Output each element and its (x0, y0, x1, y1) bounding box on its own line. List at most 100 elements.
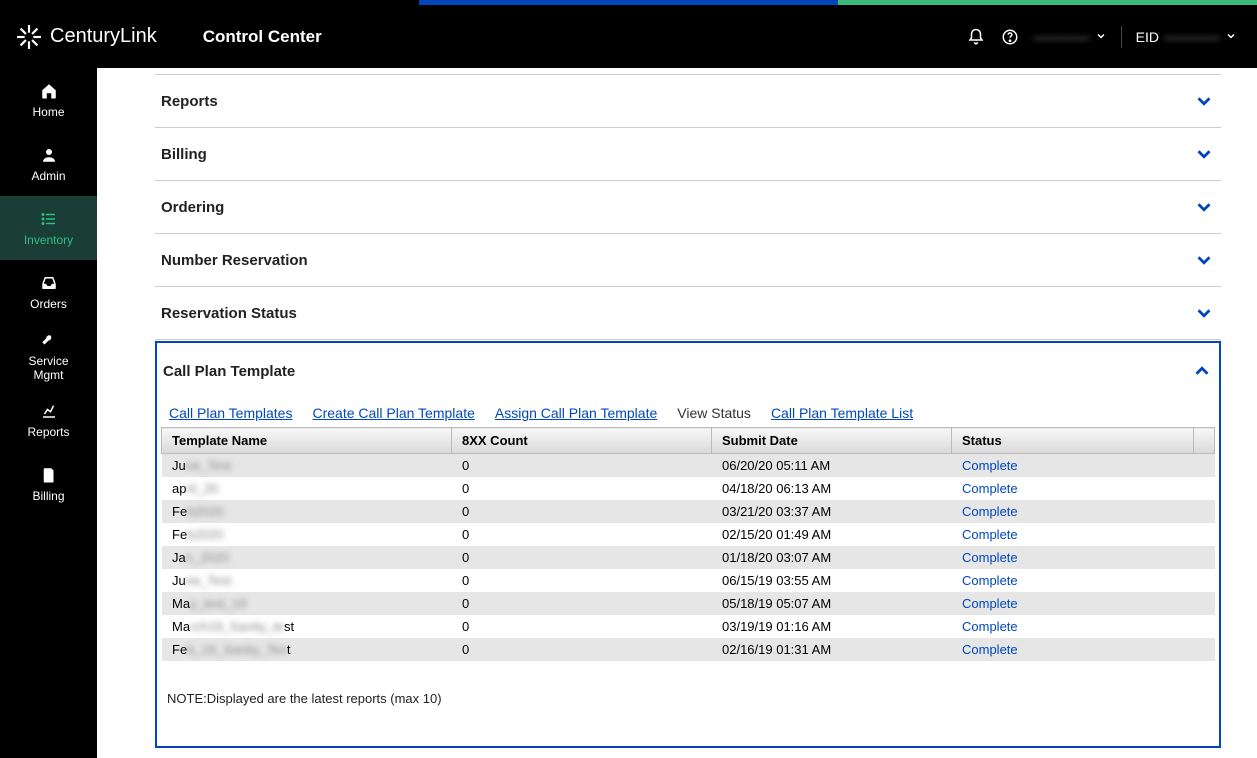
user-menu[interactable]: ———— (1034, 29, 1107, 45)
th-spacer (1194, 428, 1215, 454)
cell-count: 0 (452, 569, 712, 592)
cell-template-name: June_Test (162, 454, 452, 478)
help-icon[interactable] (1000, 27, 1020, 47)
subtab-list[interactable]: Call Plan Template List (771, 405, 913, 421)
sidebar-item-admin[interactable]: Admin (0, 132, 97, 196)
user-icon (39, 145, 59, 165)
subtab-call-plan-templates[interactable]: Call Plan Templates (169, 405, 292, 421)
chart-icon (39, 401, 59, 421)
table-row: Feb_19_Sanity_Test002/16/19 01:31 AMComp… (162, 638, 1215, 661)
subtab-row: Call Plan Templates Create Call Plan Tem… (157, 399, 1219, 427)
sidebar-item-billing[interactable]: Billing (0, 452, 97, 516)
cell-submit-date: 03/21/20 03:37 AM (712, 500, 952, 523)
main-content: Reports Billing Ordering Number Reservat… (97, 68, 1257, 758)
accordion-title: Reservation Status (161, 305, 297, 322)
cell-count: 0 (452, 592, 712, 615)
accordion-billing[interactable]: Billing (155, 128, 1221, 180)
chevron-down-icon (1225, 29, 1237, 45)
cell-submit-date: 02/15/20 01:49 AM (712, 523, 952, 546)
sidebar-item-service-mgmt[interactable]: Service Mgmt (0, 324, 97, 388)
cell-status: Complete (952, 523, 1194, 546)
top-accent-bar (0, 0, 1257, 5)
accordion-title: Reports (161, 93, 218, 110)
sidebar-item-label: Inventory (24, 233, 73, 247)
cell-status: Complete (952, 546, 1194, 569)
panel-body: Call Plan Templates Create Call Plan Tem… (157, 399, 1219, 746)
accordion-reservation-status[interactable]: Reservation Status (155, 287, 1221, 339)
sidebar-item-label: Orders (30, 297, 67, 311)
cell-submit-date: 06/15/19 03:55 AM (712, 569, 952, 592)
user-name: ———— (1034, 29, 1090, 45)
cell-status: Complete (952, 592, 1194, 615)
sidebar-item-label: Admin (31, 169, 65, 183)
sidebar-item-inventory[interactable]: Inventory (0, 196, 97, 260)
accordion-call-plan-template-panel: Call Plan Template Call Plan Templates C… (155, 341, 1221, 748)
eid-menu[interactable]: EID ———— (1136, 29, 1237, 45)
cell-submit-date: 05/18/19 05:07 AM (712, 592, 952, 615)
sidebar-item-home[interactable]: Home (0, 68, 97, 132)
starburst-icon (16, 24, 42, 50)
table-row: March19_Sanity_test003/19/19 01:16 AM Com… (162, 615, 1215, 638)
chevron-down-icon (1193, 196, 1215, 218)
th-template-name[interactable]: Template Name (162, 428, 452, 454)
status-link[interactable]: Complete (962, 619, 1018, 634)
cell-count: 0 (452, 523, 712, 546)
sidebar-item-label: Reports (27, 425, 69, 439)
home-icon (39, 81, 59, 101)
accordion-number-reservation[interactable]: Number Reservation (155, 234, 1221, 286)
status-link[interactable]: Complete (962, 642, 1018, 657)
subtab-assign[interactable]: Assign Call Plan Template (495, 405, 657, 421)
th-status[interactable]: Status (952, 428, 1194, 454)
status-link[interactable]: Complete (962, 573, 1018, 588)
cell-count: 0 (452, 546, 712, 569)
cell-template-name: Feb2020 (162, 523, 452, 546)
table-row: May_test_19005/18/19 05:07 AM Complete (162, 592, 1215, 615)
table-row: Jan_2020001/18/20 03:07 AMComplete (162, 546, 1215, 569)
cell-template-name: May_test_19 (162, 592, 452, 615)
cell-template-name: June_Test (162, 569, 452, 592)
cell-template-name: Jan_2020 (162, 546, 452, 569)
bell-icon[interactable] (966, 27, 986, 47)
sidebar-item-reports[interactable]: Reports (0, 388, 97, 452)
status-link[interactable]: Complete (962, 527, 1018, 542)
status-link[interactable]: Complete (962, 481, 1018, 496)
document-icon (39, 465, 59, 485)
inbox-icon (39, 273, 59, 293)
cell-count: 0 (452, 615, 712, 638)
th-submit-date[interactable]: Submit Date (712, 428, 952, 454)
accordion-reports[interactable]: Reports (155, 75, 1221, 127)
sidebar-item-label: Billing (32, 489, 64, 503)
chevron-down-icon (1193, 143, 1215, 165)
cell-submit-date: 03/19/19 01:16 AM (712, 615, 952, 638)
subtab-create[interactable]: Create Call Plan Template (312, 405, 474, 421)
table-row: Feb2020002/15/20 01:49 AM Complete (162, 523, 1215, 546)
accordion-call-plan-template[interactable]: Call Plan Template (157, 343, 1219, 399)
global-header: CenturyLink Control Center ———— EID ———— (0, 5, 1257, 68)
status-link[interactable]: Complete (962, 550, 1018, 565)
table-row: april_20004/18/20 06:13 AMComplete (162, 477, 1215, 500)
header-right-cluster: ———— EID ———— (966, 26, 1237, 48)
table-note: NOTE:Displayed are the latest reports (m… (157, 661, 1219, 706)
cell-status: Complete (952, 454, 1194, 478)
product-name: Control Center (203, 27, 322, 47)
table-row: Feb2020003/21/20 03:37 AMComplete (162, 500, 1215, 523)
table-row: June_Test006/20/20 05:11 AMComplete (162, 454, 1215, 478)
status-table: Template Name 8XX Count Submit Date Stat… (161, 427, 1215, 661)
subtab-view-status[interactable]: View Status (677, 405, 751, 421)
accordion-title: Number Reservation (161, 252, 308, 269)
cell-template-name: March19_Sanity_test (162, 615, 452, 638)
th-8xx-count[interactable]: 8XX Count (452, 428, 712, 454)
status-link[interactable]: Complete (962, 504, 1018, 519)
status-link[interactable]: Complete (962, 596, 1018, 611)
cell-status: Complete (952, 638, 1194, 661)
sidebar-item-orders[interactable]: Orders (0, 260, 97, 324)
status-link[interactable]: Complete (962, 458, 1018, 473)
cell-status: Complete (952, 500, 1194, 523)
accordion-ordering[interactable]: Ordering (155, 181, 1221, 233)
accordion-title: Ordering (161, 199, 224, 216)
cell-status: Complete (952, 569, 1194, 592)
list-icon (39, 209, 59, 229)
cell-submit-date: 02/16/19 01:31 AM (712, 638, 952, 661)
sidebar-item-label: Home (32, 105, 64, 119)
brand-name: CenturyLink (50, 25, 157, 48)
